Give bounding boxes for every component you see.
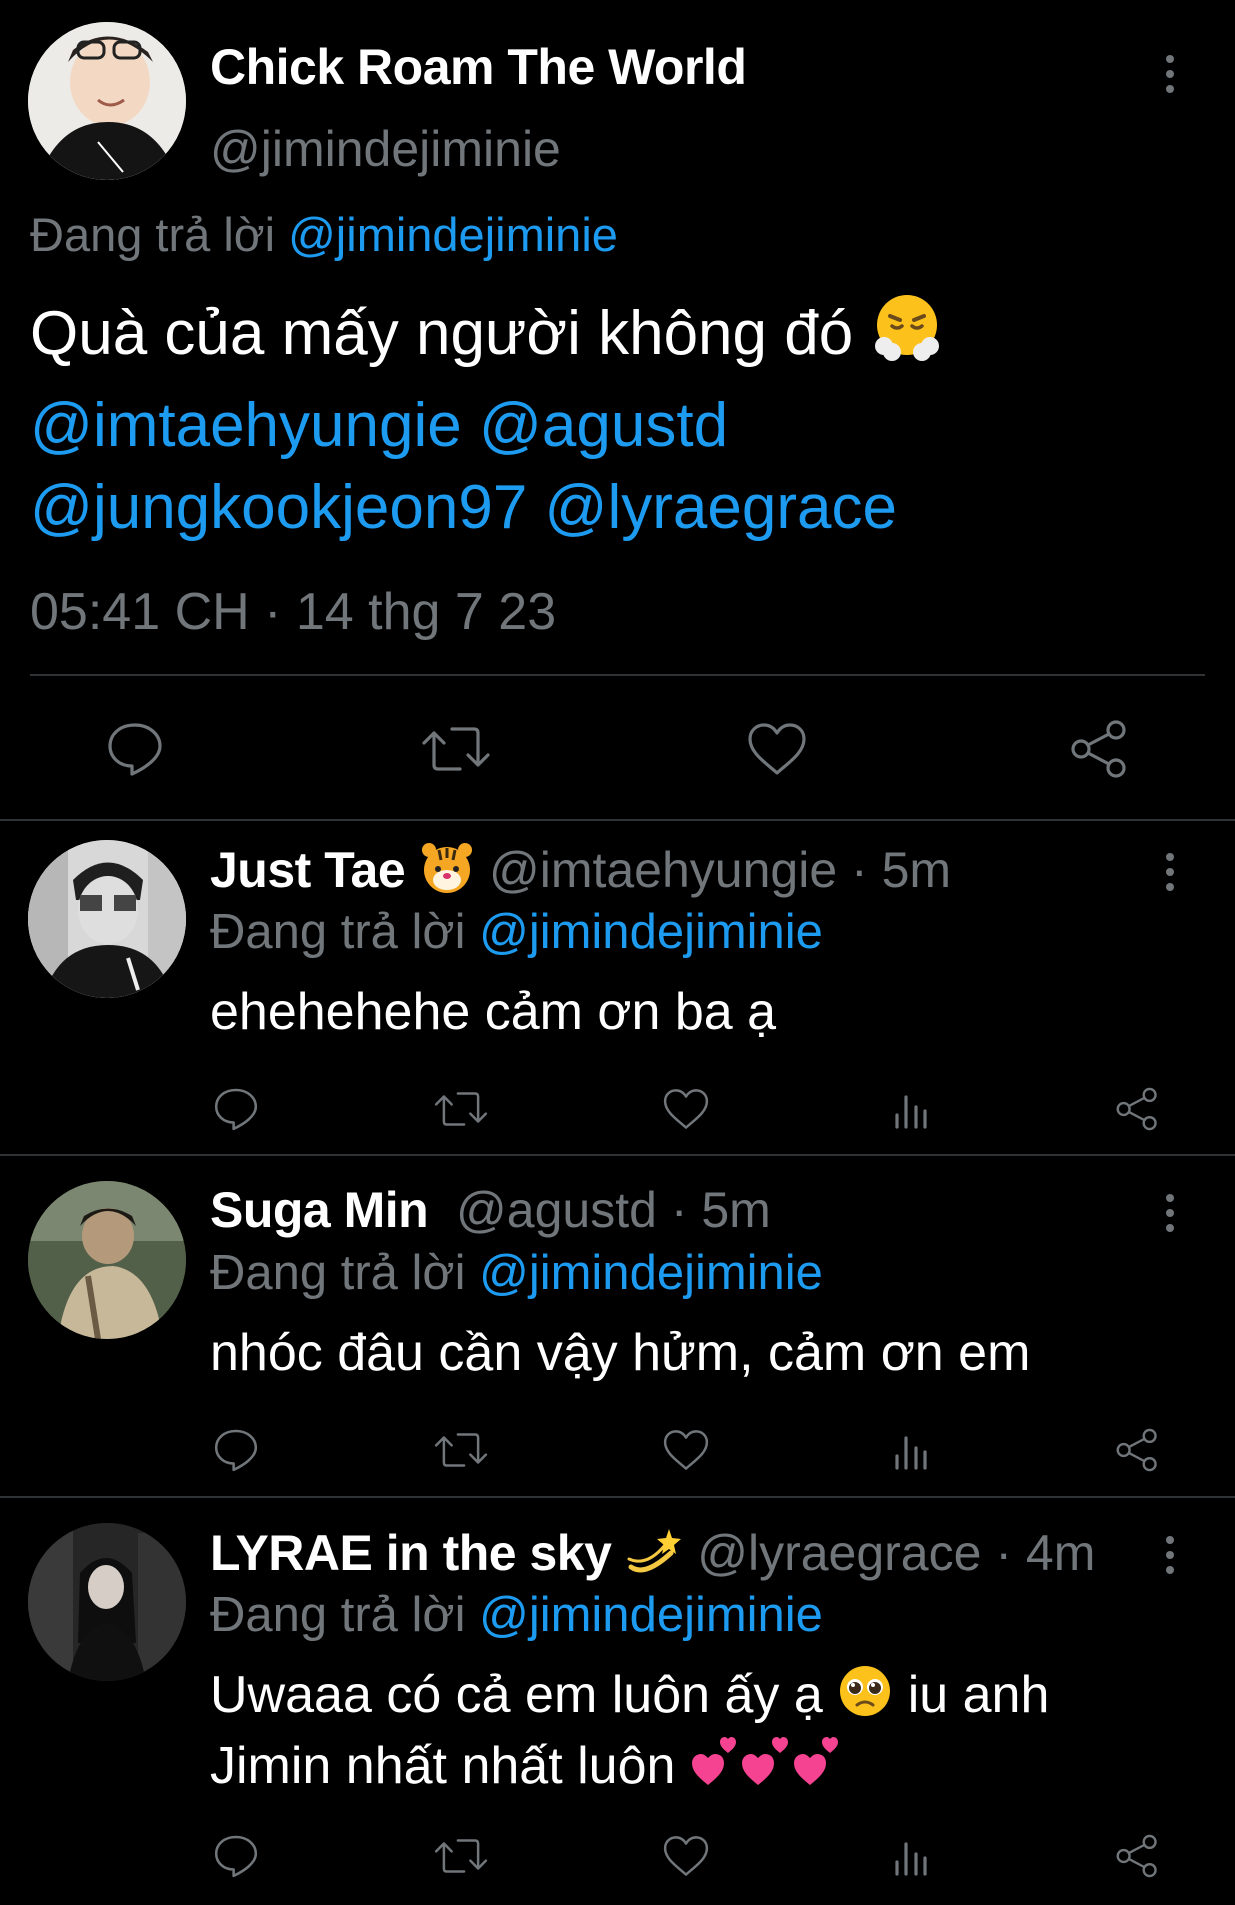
reply-tweet[interactable]: Suga Min @agustd · 5m Đang trả lời @jimi… xyxy=(0,1163,1235,1493)
tiger-face-emoji-icon xyxy=(419,840,475,908)
divider xyxy=(0,1154,1235,1156)
tweet-body: Quà của mấy người không đó xyxy=(30,298,854,368)
reply-time[interactable]: · 5m xyxy=(851,842,951,898)
like-icon[interactable] xyxy=(660,1831,712,1881)
reply-icon[interactable] xyxy=(210,1084,262,1134)
more-options-icon[interactable] xyxy=(1158,48,1182,100)
pleading-face-emoji-icon xyxy=(837,1663,893,1734)
avatar[interactable] xyxy=(28,1181,186,1339)
mention-link[interactable]: @lyraegrace xyxy=(545,473,897,542)
replying-to-line: Đang trả lời @jimindejiminie xyxy=(210,1587,823,1643)
display-name[interactable]: LYRAE in the sky xyxy=(210,1525,612,1581)
huffing-face-emoji-icon xyxy=(870,290,944,385)
reply-time[interactable]: · 5m xyxy=(671,1182,771,1238)
display-name[interactable]: Just Tae xyxy=(210,842,406,898)
like-icon[interactable] xyxy=(744,718,810,780)
views-icon[interactable] xyxy=(888,1831,934,1881)
mention-link[interactable]: @imtaehyungie xyxy=(30,391,462,460)
share-icon[interactable] xyxy=(1066,716,1132,782)
reply-text: Uwaaa có cả em luôn ấy ạ iu anh Jimin nh… xyxy=(210,1663,1170,1804)
share-icon[interactable] xyxy=(1112,1084,1162,1134)
divider xyxy=(0,819,1235,821)
mention-link[interactable]: @jungkookjeon97 xyxy=(30,473,527,542)
reply-text: nhóc đâu cần vậy hửm, cảm ơn em xyxy=(210,1324,1031,1382)
display-name[interactable]: Suga Min xyxy=(210,1182,429,1238)
reply-icon[interactable] xyxy=(210,1831,262,1881)
retweet-icon[interactable] xyxy=(418,718,494,780)
like-icon[interactable] xyxy=(660,1084,712,1134)
like-icon[interactable] xyxy=(660,1425,712,1475)
tweet-text: Quà của mấy người không đó @imtaehyungie… xyxy=(30,290,1200,549)
more-options-icon[interactable] xyxy=(1158,1529,1182,1581)
reply-header: Just Tae @imtaehyungie · 5m xyxy=(210,840,951,908)
replying-to-link[interactable]: @jimindejiminie xyxy=(479,905,823,959)
views-icon[interactable] xyxy=(888,1425,934,1475)
handle[interactable]: @lyraegrace xyxy=(697,1525,981,1581)
replying-to-link[interactable]: @jimindejiminie xyxy=(288,208,618,261)
reply-time[interactable]: · 4m xyxy=(995,1525,1095,1581)
reply-text-part1: Uwaaa có cả em luôn ấy ạ xyxy=(210,1666,823,1725)
replying-to-link[interactable]: @jimindejiminie xyxy=(479,1588,823,1642)
replying-prefix: Đang trả lời xyxy=(210,905,466,959)
replying-to-line: Đang trả lời @jimindejiminie xyxy=(210,904,823,960)
handle[interactable]: @agustd xyxy=(456,1182,657,1238)
handle[interactable]: @imtaehyungie xyxy=(489,842,837,898)
views-icon[interactable] xyxy=(888,1084,934,1134)
retweet-icon[interactable] xyxy=(432,1084,490,1134)
reply-header: LYRAE in the sky @lyraegrace · 4m xyxy=(210,1523,1095,1591)
replying-prefix: Đang trả lời xyxy=(210,1246,466,1300)
reply-icon[interactable] xyxy=(210,1425,262,1475)
avatar[interactable] xyxy=(28,1523,186,1681)
reply-header: Suga Min @agustd · 5m xyxy=(210,1181,771,1239)
retweet-icon[interactable] xyxy=(432,1831,490,1881)
more-options-icon[interactable] xyxy=(1158,846,1182,898)
share-icon[interactable] xyxy=(1112,1425,1162,1475)
replying-to-line: Đang trả lời @jimindejiminie xyxy=(30,207,618,262)
avatar[interactable] xyxy=(28,22,186,180)
divider xyxy=(30,674,1205,676)
replying-prefix: Đang trả lời xyxy=(30,208,276,261)
tweet-timestamp[interactable]: 05:41 CH · 14 thg 7 23 xyxy=(30,582,556,642)
replying-to-line: Đang trả lời @jimindejiminie xyxy=(210,1245,823,1301)
retweet-icon[interactable] xyxy=(432,1425,490,1475)
share-icon[interactable] xyxy=(1112,1831,1162,1881)
dizzy-emoji-icon xyxy=(625,1523,683,1591)
reply-text: ehehehehe cảm ơn ba ạ xyxy=(210,983,777,1041)
handle[interactable]: @jimindejiminie xyxy=(210,120,561,178)
replying-prefix: Đang trả lời xyxy=(210,1588,466,1642)
display-name[interactable]: Chick Roam The World xyxy=(210,38,747,96)
divider xyxy=(0,1496,1235,1498)
avatar[interactable] xyxy=(28,840,186,998)
replying-to-link[interactable]: @jimindejiminie xyxy=(479,1246,823,1300)
reply-tweet[interactable]: Just Tae @imtaehyungie · 5m Đang trả lời… xyxy=(0,822,1235,1152)
reply-icon[interactable] xyxy=(102,718,168,780)
two-hearts-emoji-icon xyxy=(690,1735,840,1804)
mention-link[interactable]: @agustd xyxy=(479,391,728,460)
reply-tweet[interactable]: LYRAE in the sky @lyraegrace · 4m Đang t… xyxy=(0,1505,1235,1905)
more-options-icon[interactable] xyxy=(1158,1187,1182,1239)
